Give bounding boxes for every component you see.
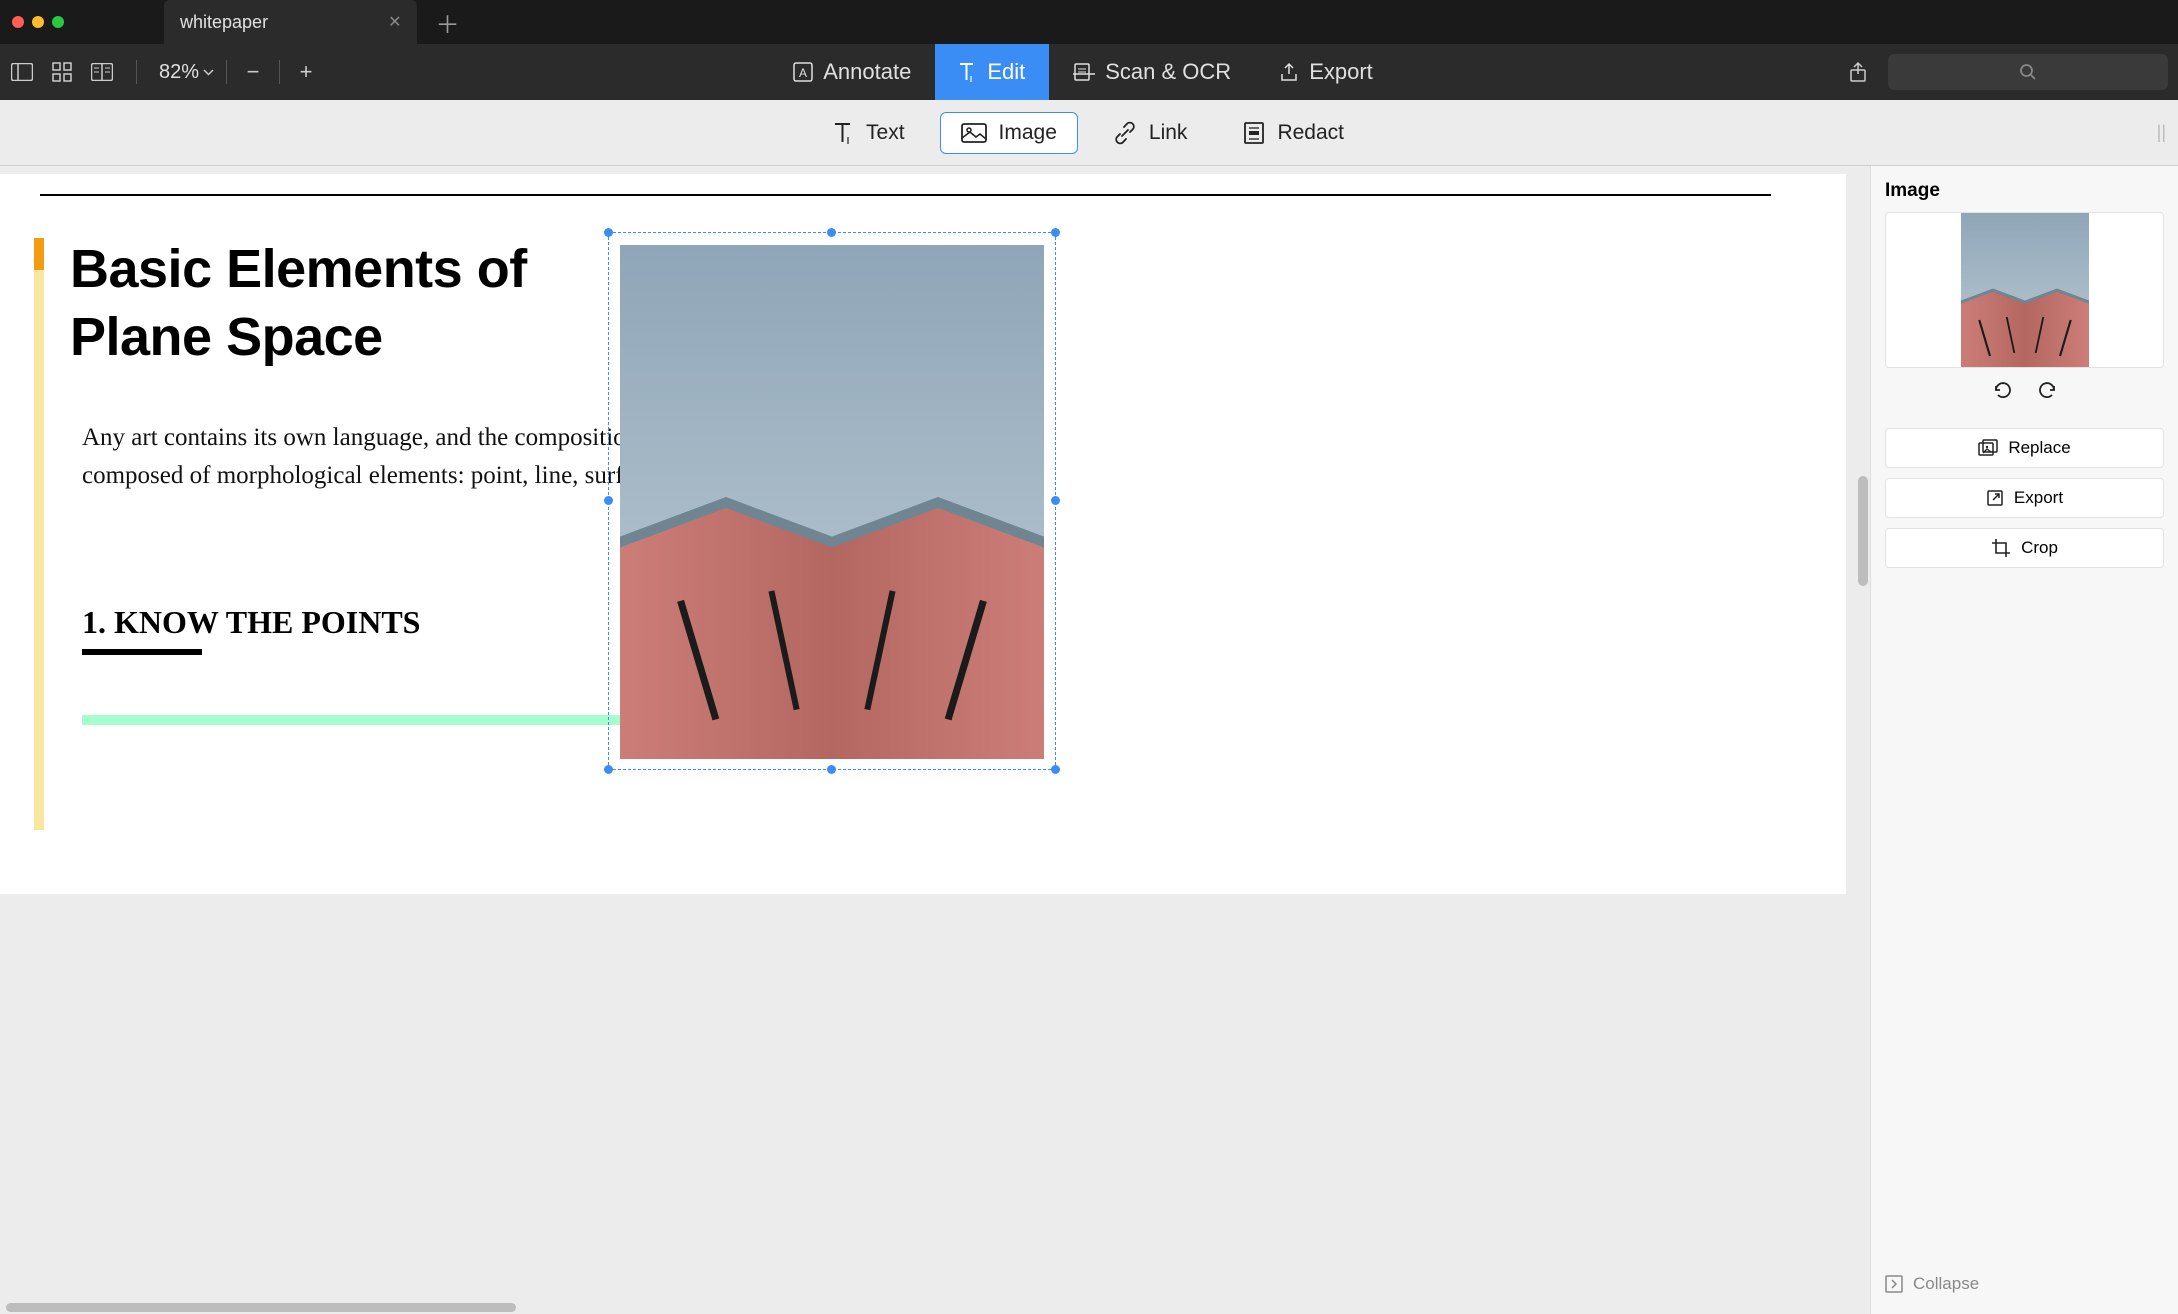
thumbnail-view-icon[interactable] — [50, 60, 74, 84]
tab-title: whitepaper — [180, 12, 268, 33]
resize-handle-middle-left[interactable] — [604, 496, 613, 505]
sidebar-toggle-icon[interactable] — [10, 60, 34, 84]
document-page: Basic Elements of Plane Space Any art co… — [0, 174, 1846, 894]
resize-handle-bottom-right[interactable] — [1051, 765, 1060, 774]
search-icon — [2019, 63, 2037, 81]
edit-redact-label: Redact — [1277, 121, 1344, 145]
rotate-right-button[interactable] — [2036, 380, 2058, 400]
rotate-controls — [1885, 368, 2164, 400]
svg-text:A: A — [799, 66, 807, 80]
zoom-out-button[interactable]: − — [239, 59, 267, 85]
export-icon — [1279, 62, 1299, 82]
edit-sub-toolbar: Text Image Link Redact || — [0, 100, 2178, 166]
accent-bar — [34, 238, 44, 830]
mode-annotate-button[interactable]: A Annotate — [769, 44, 935, 100]
content-area: Basic Elements of Plane Space Any art co… — [0, 166, 2178, 1314]
inspector-title: Image — [1885, 180, 2164, 202]
annotate-icon: A — [793, 62, 813, 82]
reader-view-icon[interactable] — [90, 60, 114, 84]
zoom-in-button[interactable]: + — [292, 59, 320, 85]
image-inspector-panel: Image — [1870, 166, 2178, 1314]
resize-handle-bottom-left[interactable] — [604, 765, 613, 774]
mode-scan-ocr-label: Scan & OCR — [1105, 59, 1231, 85]
edit-link-button[interactable]: Link — [1092, 112, 1209, 154]
replace-icon — [1978, 439, 1998, 457]
crop-label: Crop — [2021, 538, 2058, 558]
horizontal-scrollbar-thumb[interactable] — [6, 1303, 516, 1312]
inspector-image-preview — [1885, 212, 2164, 368]
vertical-scrollbar-thumb[interactable] — [1858, 476, 1868, 586]
rotate-left-button[interactable] — [1992, 380, 2014, 400]
resize-handle-top-left[interactable] — [604, 228, 613, 237]
mode-edit-button[interactable]: Edit — [935, 44, 1049, 100]
collapse-inspector-button[interactable]: Collapse — [1885, 1268, 2164, 1300]
resize-handle-middle-right[interactable] — [1051, 496, 1060, 505]
document-viewport[interactable]: Basic Elements of Plane Space Any art co… — [0, 166, 1870, 1314]
chevron-down-icon — [203, 69, 214, 76]
close-tab-button[interactable]: ✕ — [388, 12, 401, 32]
text-icon — [834, 122, 854, 144]
mode-export-button[interactable]: Export — [1255, 44, 1397, 100]
edit-image-label: Image — [999, 121, 1057, 145]
window-controls — [12, 16, 64, 28]
link-icon — [1113, 121, 1137, 145]
edit-redact-button[interactable]: Redact — [1222, 112, 1365, 154]
mode-scan-ocr-button[interactable]: Scan & OCR — [1049, 44, 1255, 100]
search-input[interactable] — [1888, 54, 2168, 90]
zoom-value: 82% — [159, 61, 199, 84]
edit-text-label: Text — [866, 121, 905, 145]
titlebar: whitepaper ✕ ＋ — [0, 0, 2178, 44]
collapse-icon — [1885, 1275, 1903, 1293]
export-small-icon — [1986, 489, 2004, 507]
edit-icon — [959, 62, 977, 82]
zoom-control: 82% − + — [159, 59, 320, 85]
selected-image-frame[interactable] — [608, 232, 1056, 770]
maximize-window-button[interactable] — [52, 16, 64, 28]
resize-handle-top-middle[interactable] — [827, 228, 836, 237]
crop-image-button[interactable]: Crop — [1885, 528, 2164, 568]
share-button[interactable] — [1846, 60, 1870, 84]
export-label: Export — [2014, 488, 2063, 508]
minimize-window-button[interactable] — [32, 16, 44, 28]
new-tab-button[interactable]: ＋ — [435, 5, 459, 40]
edit-text-button[interactable]: Text — [813, 112, 926, 154]
resize-handle-top-right[interactable] — [1051, 228, 1060, 237]
section-underline — [82, 649, 202, 655]
export-image-button[interactable]: Export — [1885, 478, 2164, 518]
collapse-label: Collapse — [1913, 1274, 1979, 1294]
mode-export-label: Export — [1309, 59, 1373, 85]
replace-label: Replace — [2008, 438, 2070, 458]
resize-handle-bottom-middle[interactable] — [827, 765, 836, 774]
edit-image-button[interactable]: Image — [940, 112, 1078, 154]
mode-annotate-label: Annotate — [823, 59, 911, 85]
main-toolbar: 82% − + A Annotate Edit — [0, 44, 2178, 100]
embedded-image — [620, 245, 1044, 759]
mode-edit-label: Edit — [987, 59, 1025, 85]
toolbar-grip-icon[interactable]: || — [2157, 122, 2166, 143]
crop-icon — [1991, 538, 2011, 558]
redact-icon — [1243, 121, 1265, 145]
image-icon — [961, 123, 987, 143]
document-tab[interactable]: whitepaper ✕ — [164, 0, 417, 44]
close-window-button[interactable] — [12, 16, 24, 28]
replace-image-button[interactable]: Replace — [1885, 428, 2164, 468]
zoom-dropdown[interactable]: 82% — [159, 61, 214, 84]
edit-link-label: Link — [1149, 121, 1188, 145]
scan-icon — [1073, 62, 1095, 82]
